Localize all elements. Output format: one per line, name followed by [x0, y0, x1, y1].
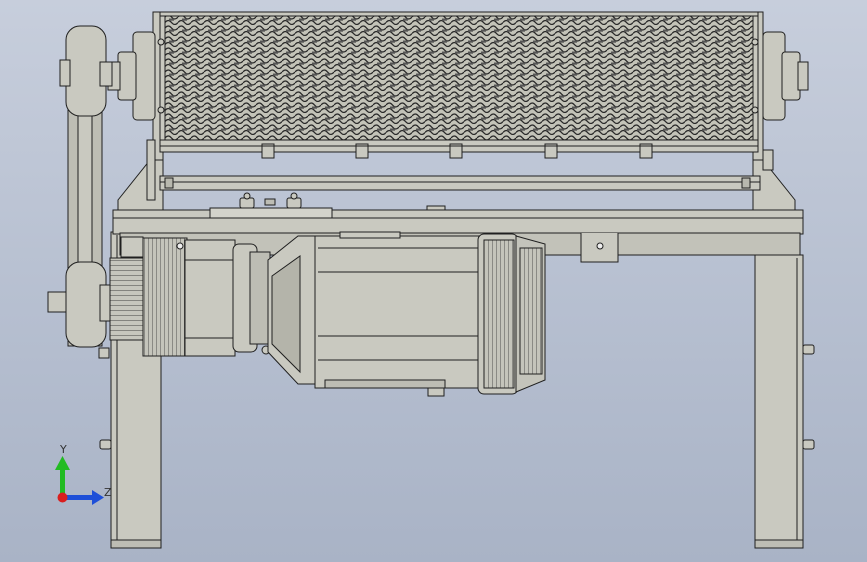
triad-origin — [57, 492, 68, 503]
drive-gear — [109, 236, 188, 357]
machine-drawing — [47, 11, 815, 549]
cad-viewport[interactable]: Y Z — [0, 0, 867, 562]
mesh-drum — [159, 11, 759, 159]
top-bolts — [239, 192, 302, 209]
motor-flange — [267, 235, 319, 385]
y-axis-label: Y — [60, 443, 67, 456]
right-leg — [754, 254, 815, 549]
axis-triad — [55, 456, 104, 505]
y-axis-arrowhead — [55, 456, 70, 470]
z-axis-label: Z — [104, 486, 112, 499]
motor-body — [314, 231, 481, 397]
tie-rod — [159, 175, 761, 191]
z-axis-arrowhead — [92, 490, 104, 505]
gearbox — [184, 239, 271, 357]
motor-fan-cover — [477, 233, 546, 395]
belt-drive — [47, 25, 113, 359]
